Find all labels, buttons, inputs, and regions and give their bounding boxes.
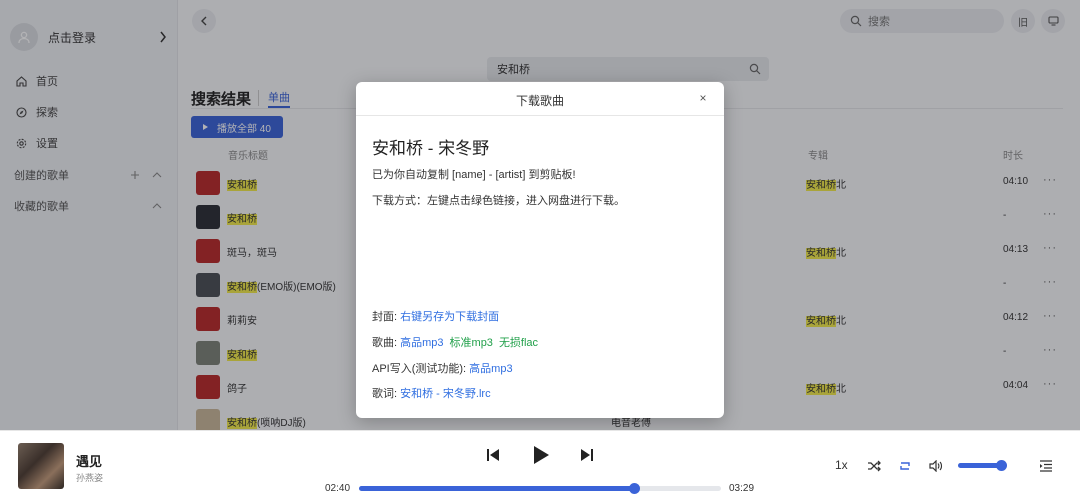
song-line: 歌曲: 高品mp3 标准mp3 无损flac: [372, 334, 544, 350]
next-button[interactable]: [578, 446, 596, 464]
progress-handle[interactable]: [629, 483, 641, 494]
lossless-flac-link[interactable]: 无损flac: [499, 337, 538, 349]
cover-download-link[interactable]: 右键另存为下载封面: [400, 311, 499, 323]
now-playing-cover[interactable]: [18, 443, 64, 489]
lyrics-download-link[interactable]: 安和桥 - 宋冬野.lrc: [400, 388, 490, 400]
skip-previous-icon: [487, 449, 499, 461]
player-bar: 遇见 孙燕姿 02:40 03:29 1x: [0, 430, 1080, 500]
volume-icon: [929, 460, 943, 472]
api-label: API写入(测试功能):: [372, 363, 470, 375]
shuffle-icon: [868, 460, 881, 472]
standard-mp3-link[interactable]: 标准mp3: [450, 337, 493, 349]
play-button[interactable]: [529, 443, 553, 467]
high-mp3-link[interactable]: 高品mp3: [400, 337, 443, 349]
copy-note: 已为你自动复制 [name] - [artist] 到剪贴板!: [372, 169, 576, 181]
play-icon: [534, 446, 549, 464]
volume-button[interactable]: [928, 458, 944, 474]
skip-next-icon: [581, 449, 593, 461]
repeat-icon: [900, 462, 910, 470]
speed-button[interactable]: 1x: [835, 458, 848, 472]
progress-slider[interactable]: [359, 483, 721, 494]
song-label: 歌曲:: [372, 337, 401, 349]
playlist-button[interactable]: [1038, 458, 1054, 474]
now-playing-artist[interactable]: 孙燕姿: [76, 471, 103, 484]
volume-handle[interactable]: [996, 460, 1008, 471]
volume-fill: [958, 463, 1002, 468]
cover-line: 封面: 右键另存为下载封面: [372, 308, 499, 324]
lyrics-label: 歌词:: [372, 388, 401, 400]
api-line: API写入(测试功能): 高品mp3: [372, 360, 513, 376]
previous-button[interactable]: [484, 446, 502, 464]
now-playing-title[interactable]: 遇见: [76, 451, 102, 470]
close-icon[interactable]: ×: [696, 91, 710, 105]
api-high-mp3-link[interactable]: 高品mp3: [469, 363, 512, 375]
download-dialog: 下载歌曲 × 安和桥 - 宋冬野 已为你自动复制 [name] - [artis…: [356, 82, 724, 418]
download-method-note: 下载方式：左键点击绿色链接，进入网盘进行下载。: [372, 195, 625, 207]
total-time: 03:29: [729, 483, 755, 494]
current-time: 02:40: [325, 483, 351, 494]
song-heading: 安和桥 - 宋冬野: [372, 139, 490, 158]
dialog-title: 下载歌曲: [515, 94, 564, 108]
cover-label: 封面:: [372, 311, 401, 323]
dialog-header: 下载歌曲 ×: [356, 82, 724, 116]
lyrics-line: 歌词: 安和桥 - 宋冬野.lrc: [372, 385, 491, 401]
volume-slider[interactable]: [958, 460, 1008, 471]
shuffle-button[interactable]: [866, 458, 882, 474]
progress-fill: [359, 486, 635, 491]
queue-list-icon: [1040, 460, 1052, 472]
repeat-button[interactable]: [897, 458, 913, 474]
